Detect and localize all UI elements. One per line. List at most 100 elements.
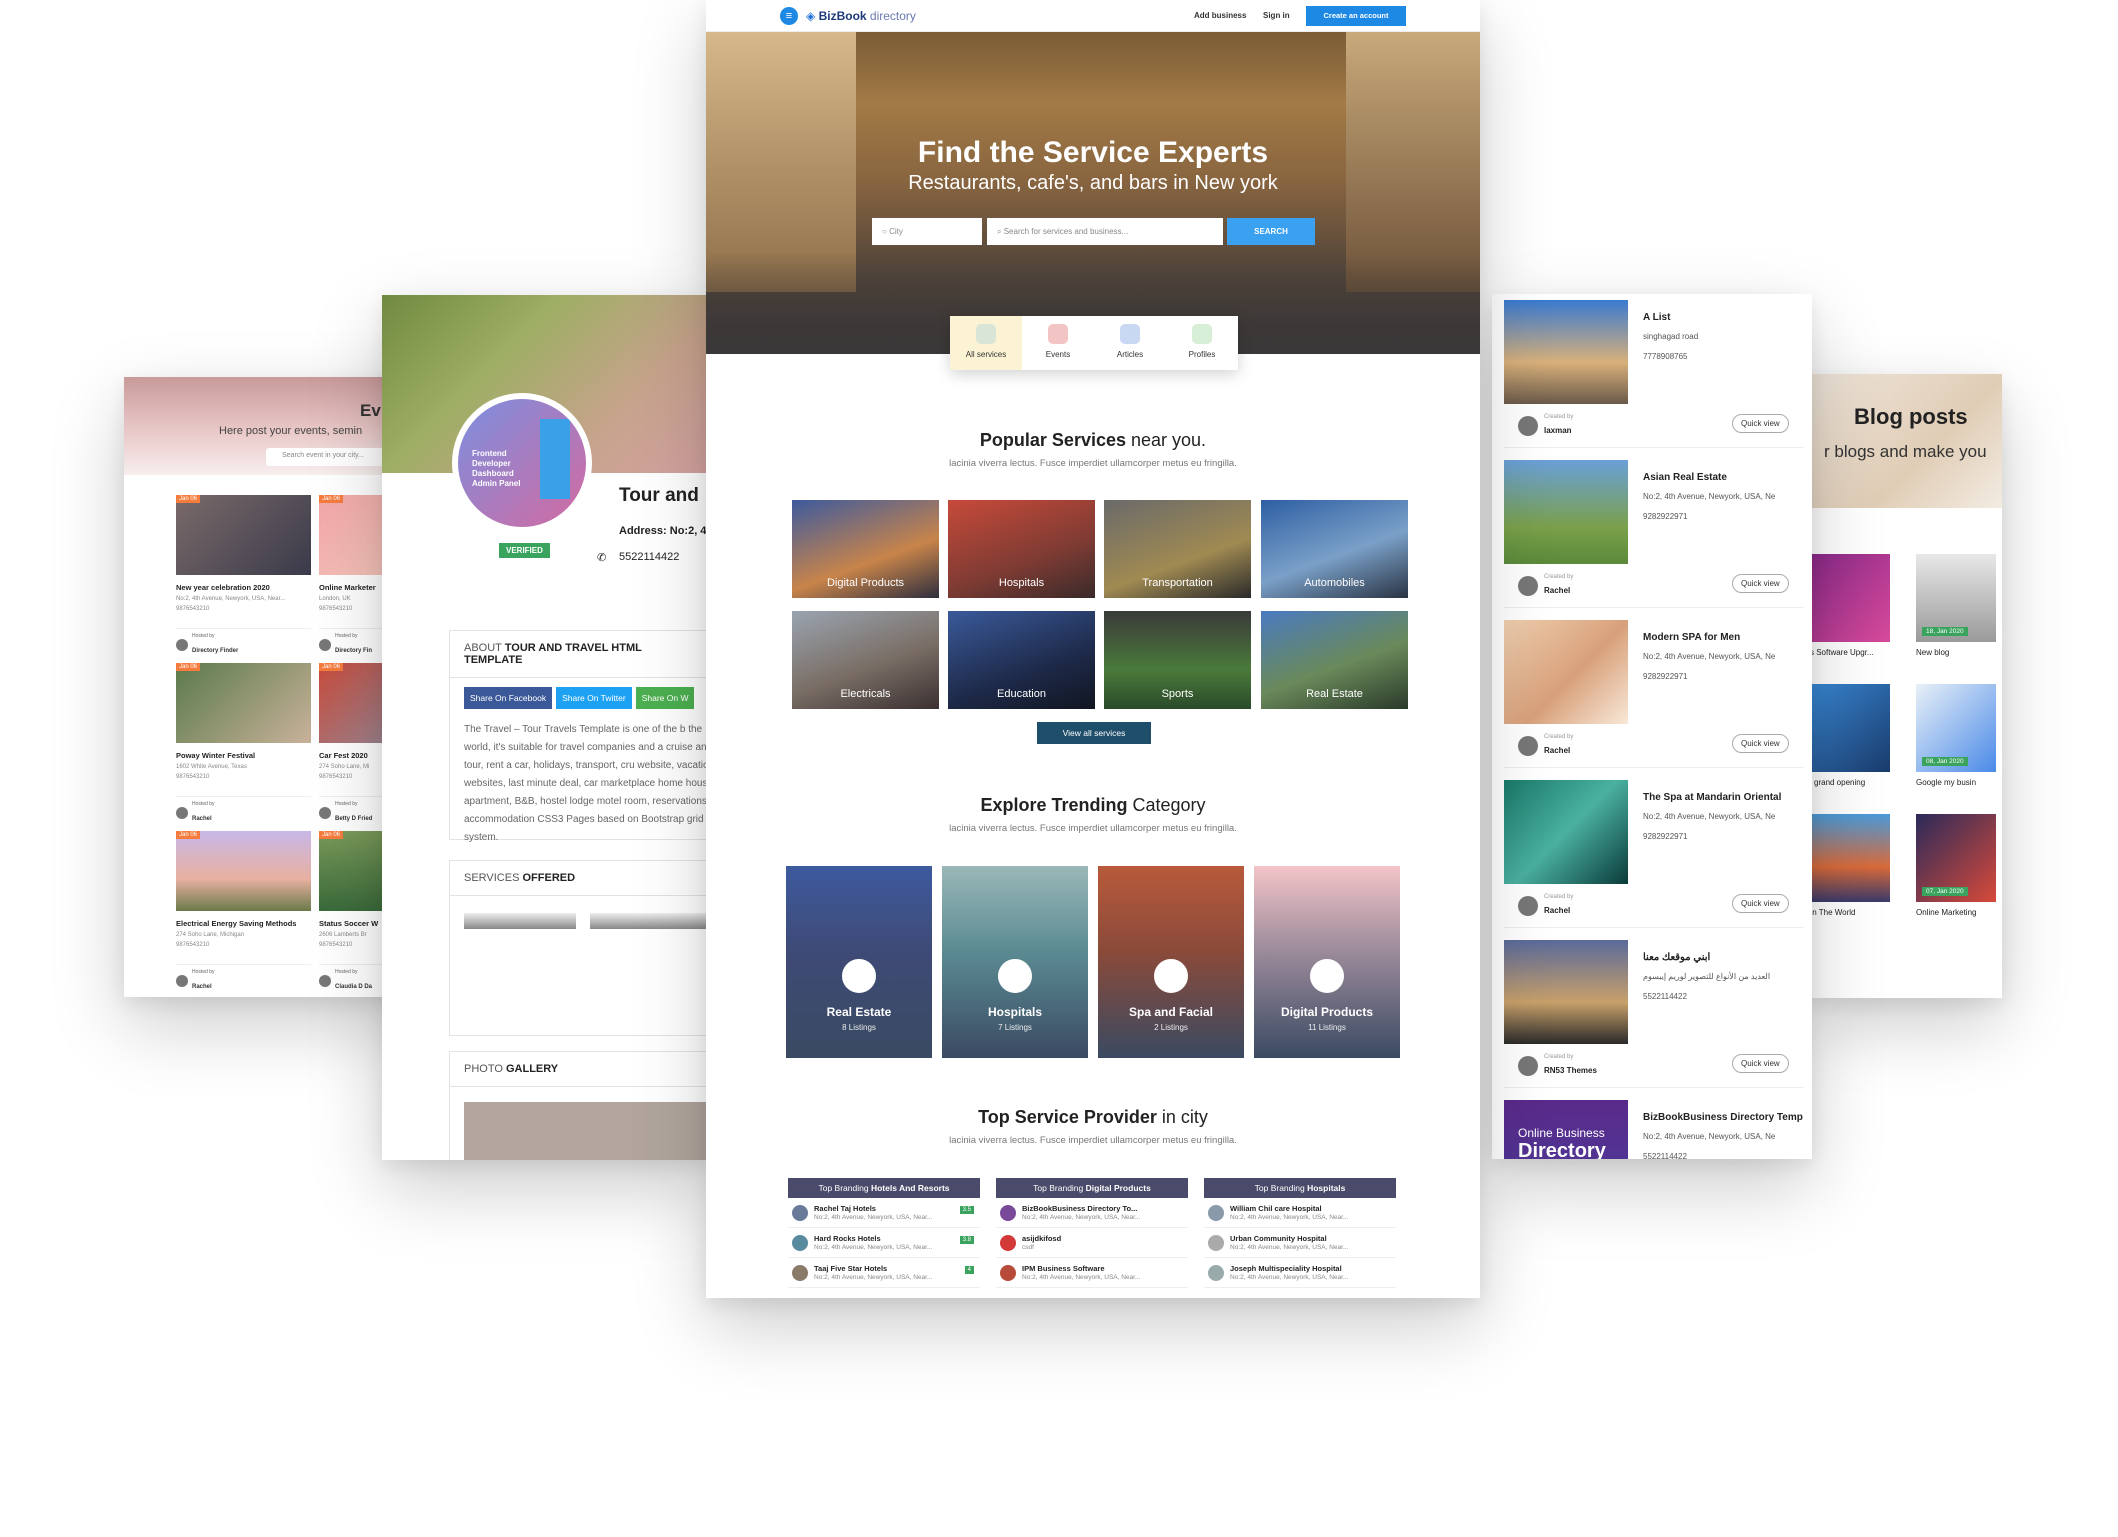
listing-card[interactable]: Modern SPA for Men No:2, 4th Avenue, Newy…: [1504, 618, 1804, 768]
provider-row[interactable]: Rachel Taj Hotels No:2, 4th Avenue, Newyo…: [788, 1198, 980, 1228]
tab-articles[interactable]: Articles: [1094, 316, 1166, 370]
event-phone: 9876543210: [176, 606, 210, 612]
provider-title-bold: Top Service Provider: [978, 1107, 1157, 1127]
event-image: Jan 06: [176, 831, 311, 911]
provider-list-digital: Top Branding Digital Products BizBookBus…: [996, 1178, 1188, 1288]
search-input[interactable]: ⌕ Search for services and business...: [987, 218, 1223, 245]
city-input[interactable]: ○ City: [872, 218, 982, 245]
service-card-education[interactable]: Education: [948, 611, 1095, 709]
add-business-link[interactable]: Add business: [1194, 11, 1246, 20]
event-phone: 9876543210: [176, 942, 210, 948]
service-card-electricals[interactable]: Electricals: [792, 611, 939, 709]
view-all-services-button[interactable]: View all services: [1037, 722, 1151, 744]
provider-row[interactable]: asijdkifosd csdf: [996, 1228, 1188, 1258]
avatar: [1000, 1264, 1016, 1281]
search-button[interactable]: SEARCH: [1227, 218, 1315, 245]
blog-image: [1810, 684, 1890, 772]
provider-name: asijdkifosd: [1022, 1234, 1062, 1243]
event-card[interactable]: Jan 06 Electrical Energy Saving Methods 27…: [176, 831, 311, 993]
service-card-digital-products[interactable]: Digital Products: [792, 500, 939, 598]
host-label: Hosted by: [192, 801, 215, 807]
provider-row[interactable]: Urban Community Hospital No:2, 4th Avenue…: [1204, 1228, 1396, 1258]
blog-card[interactable]: 07, Jan 2020 Online Marketing: [1916, 814, 1996, 917]
service-card-automobiles[interactable]: Automobiles: [1261, 500, 1408, 598]
provider-row[interactable]: Taaj Five Star Hotels No:2, 4th Avenue, N…: [788, 1258, 980, 1288]
listing-card[interactable]: Asian Real Estate No:2, 4th Avenue, Newyo…: [1504, 458, 1804, 608]
event-card[interactable]: Jan 06 New year celebration 2020 No:2, 4th…: [176, 495, 311, 657]
create-account-button[interactable]: Create an account: [1306, 6, 1406, 26]
quick-view-button[interactable]: Quick view: [1732, 574, 1789, 593]
listing-phone: 7778908765: [1643, 352, 1688, 361]
listing-card[interactable]: A List singhagad road 7778908765 Created by…: [1504, 298, 1804, 448]
service-card-transportation[interactable]: Transportation: [1104, 500, 1251, 598]
service-thumb[interactable]: [464, 913, 576, 929]
address-value: No:2, 4t: [669, 525, 711, 537]
avatar: [792, 1204, 808, 1221]
host-name: Betty D Fried: [335, 816, 373, 822]
listing-creator: Created by RN53 Themes: [1518, 1054, 1597, 1078]
trending-card-spa[interactable]: Spa and Facial 2 Listings: [1098, 866, 1244, 1058]
listing-title[interactable]: Asian Real Estate: [1643, 472, 1727, 483]
event-date-tag: Jan 06: [176, 663, 201, 671]
menu-icon[interactable]: ≡: [780, 7, 798, 25]
service-thumb[interactable]: [590, 913, 710, 929]
trending-card-real-estate[interactable]: Real Estate 8 Listings: [786, 866, 932, 1058]
gallery-photo[interactable]: [464, 1102, 712, 1160]
quick-view-button[interactable]: Quick view: [1732, 414, 1789, 433]
blog-date: 07, Jan 2020: [1922, 887, 1968, 896]
listing-title[interactable]: BizBookBusiness Directory Temp: [1643, 1112, 1803, 1123]
share-whatsapp-button[interactable]: Share On W: [635, 687, 695, 709]
avatar: [1208, 1204, 1224, 1221]
service-label: Transportation: [1142, 577, 1213, 589]
provider-row[interactable]: IPM Business Software No:2, 4th Avenue, N…: [996, 1258, 1188, 1288]
blog-card[interactable]: In The World: [1810, 814, 1890, 917]
blog-card[interactable]: s Software Upgr...: [1810, 554, 1890, 657]
services-heading-title: OFFERED: [522, 872, 576, 884]
listing-card[interactable]: Online Business Directory BizBookBusiness …: [1504, 1098, 1804, 1159]
service-card-sports[interactable]: Sports: [1104, 611, 1251, 709]
avatar: [1518, 416, 1538, 436]
blog-card[interactable]: 18, Jan 2020 New blog: [1916, 554, 1996, 657]
events-hero: Ev Here post your events, semin Search e…: [124, 377, 424, 475]
blog-title: New blog: [1916, 648, 1950, 657]
blog-card[interactable]: l grand opening: [1810, 684, 1890, 787]
blog-page-panel: Blog posts r blogs and make you s Softwa…: [1810, 374, 2002, 998]
avatar: [319, 639, 331, 651]
listing-card[interactable]: ابني موقعك معنا العديد من الأنواع للتصوير…: [1504, 938, 1804, 1088]
provider-name: Joseph Multispeciality Hospital: [1230, 1264, 1342, 1273]
listing-address: العديد من الأنواع للتصوير لوريم إيبسوم: [1643, 972, 1771, 981]
quick-view-button[interactable]: Quick view: [1732, 894, 1789, 913]
listing-title[interactable]: ابني موقعك معنا: [1643, 952, 1710, 963]
provider-row[interactable]: BizBookBusiness Directory To... No:2, 4th…: [996, 1198, 1188, 1228]
blog-card[interactable]: 08, Jan 2020 Google my busin: [1916, 684, 1996, 787]
provider-row[interactable]: Hard Rocks Hotels No:2, 4th Avenue, Newyo…: [788, 1228, 980, 1258]
trending-card-hospitals[interactable]: Hospitals 7 Listings: [942, 866, 1088, 1058]
header-title: Hospitals: [1307, 1183, 1346, 1193]
tab-all-services[interactable]: All services: [950, 316, 1022, 370]
listing-title[interactable]: A List: [1643, 312, 1670, 323]
listing-creator: Created by Rachel: [1518, 734, 1573, 758]
header-prefix: Top Branding: [818, 1183, 871, 1193]
header-title: Digital Products: [1085, 1183, 1151, 1193]
listing-image: [1504, 940, 1628, 1044]
tab-profiles[interactable]: Profiles: [1166, 316, 1238, 370]
service-card-hospitals[interactable]: Hospitals: [948, 500, 1095, 598]
share-twitter-button[interactable]: Share On Twitter: [556, 687, 632, 709]
listing-card[interactable]: The Spa at Mandarin Oriental No:2, 4th Av…: [1504, 778, 1804, 928]
event-card[interactable]: Jan 06 Poway Winter Festival 1602 White Av…: [176, 663, 311, 825]
service-card-real-estate[interactable]: Real Estate: [1261, 611, 1408, 709]
provider-title-rest: in city: [1156, 1107, 1208, 1127]
provider-row[interactable]: William Chil care Hospital No:2, 4th Aven…: [1204, 1198, 1396, 1228]
sign-in-link[interactable]: Sign in: [1263, 11, 1290, 20]
about-box: ABOUT TOUR AND TRAVEL HTML TEMPLATE Shar…: [449, 630, 712, 843]
service-label: Automobiles: [1304, 577, 1365, 589]
trending-card-digital-products[interactable]: Digital Products 11 Listings: [1254, 866, 1400, 1058]
quick-view-button[interactable]: Quick view: [1732, 734, 1789, 753]
tab-events[interactable]: Events: [1022, 316, 1094, 370]
logo[interactable]: ◈ BizBook directory: [806, 9, 916, 23]
share-facebook-button[interactable]: Share On Facebook: [464, 687, 553, 709]
listing-title[interactable]: Modern SPA for Men: [1643, 632, 1740, 643]
provider-row[interactable]: Joseph Multispeciality Hospital No:2, 4th…: [1204, 1258, 1396, 1288]
quick-view-button[interactable]: Quick view: [1732, 1054, 1789, 1073]
listing-title[interactable]: The Spa at Mandarin Oriental: [1643, 792, 1781, 803]
